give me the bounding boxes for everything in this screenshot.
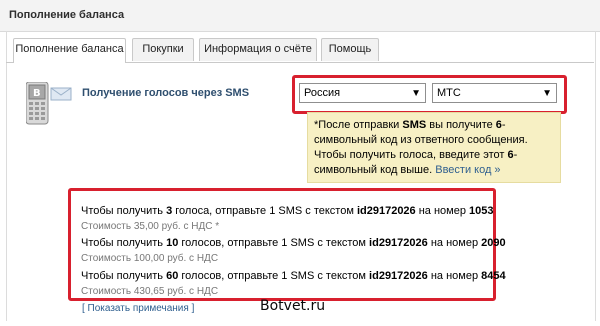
tab-account-info[interactable]: Информация о счёте xyxy=(199,38,317,61)
window-title: Пополнение баланса xyxy=(9,9,125,21)
offer-line: Чтобы получить 10 голосов, отправьте 1 S… xyxy=(81,237,506,249)
enter-code-link[interactable]: Ввести код » xyxy=(435,164,500,176)
tab-label: Покупки xyxy=(142,43,184,55)
offer-cost: Стоимость 430,65 руб. с НДС xyxy=(81,286,219,297)
watermark-text: Botvet.ru xyxy=(260,298,326,314)
tab-label: Пополнение баланса xyxy=(15,43,124,55)
tab-label: Информация о счёте xyxy=(204,43,312,55)
sms-info-note: *После отправки SMS вы получите 6-символ… xyxy=(307,112,561,183)
chevron-down-icon: ▼ xyxy=(411,88,421,99)
operator-select-value: МТС xyxy=(437,87,461,99)
offer-line: Чтобы получить 3 голоса, отправьте 1 SMS… xyxy=(81,205,494,217)
chevron-down-icon: ▼ xyxy=(542,88,552,99)
sms-phone-icon: B xyxy=(25,81,72,125)
show-notes-link[interactable]: [ Показать примечания ] xyxy=(82,303,194,314)
tab-help[interactable]: Помощь xyxy=(321,38,379,61)
offer-cost: Стоимость 100,00 руб. с НДС xyxy=(81,253,219,264)
country-select[interactable]: Россия ▼ xyxy=(299,83,426,103)
tab-label: Помощь xyxy=(328,43,372,55)
window-titlebar: Пополнение баланса xyxy=(0,0,600,32)
note-text: *После отправки SMS вы получите 6-символ… xyxy=(314,119,528,176)
tab-purchases[interactable]: Покупки xyxy=(132,38,194,61)
svg-text:B: B xyxy=(33,88,41,99)
operator-select[interactable]: МТС ▼ xyxy=(432,83,557,103)
tab-bar: Пополнение баланса Покупки Информация о … xyxy=(6,38,594,63)
offer-line: Чтобы получить 60 голосов, отправьте 1 S… xyxy=(81,270,506,282)
country-select-value: Россия xyxy=(304,87,341,99)
offer-cost: Стоимость 35,00 руб. с НДС * xyxy=(81,221,220,232)
tab-balance[interactable]: Пополнение баланса xyxy=(13,38,126,63)
sms-section-title: Получение голосов через SMS xyxy=(82,87,250,99)
